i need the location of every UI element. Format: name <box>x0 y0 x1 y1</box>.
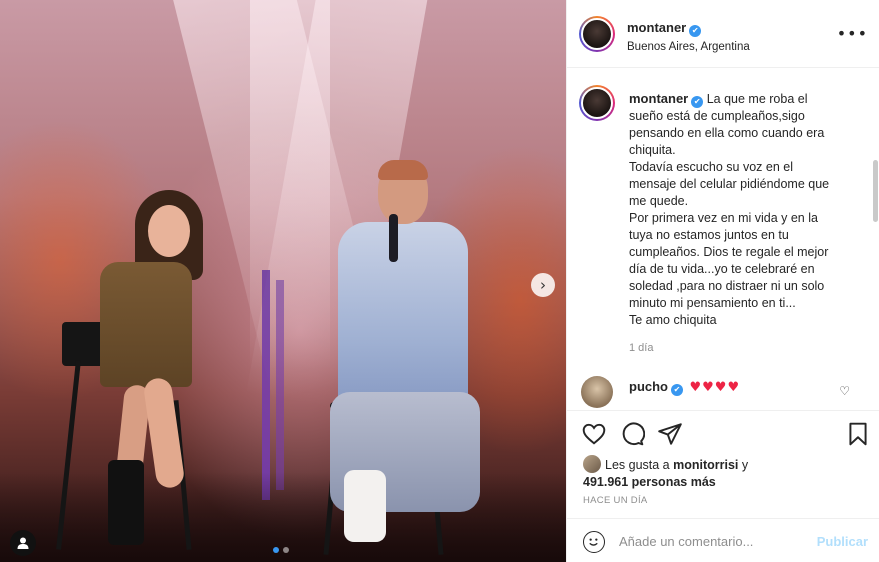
caption-author-avatar[interactable] <box>579 85 615 121</box>
chevron-right-icon: › <box>540 276 546 294</box>
share-icon[interactable] <box>657 421 683 447</box>
post-header: montaner ✔ Buenos Aires, Argentina ••• <box>567 0 879 68</box>
caption-text: La que me roba el <box>706 92 808 106</box>
like-comment-heart-icon[interactable]: ♡ <box>839 384 850 398</box>
carousel-dot <box>283 547 289 553</box>
likes-summary: Les gusta a monitorrisi y 491.961 person… <box>583 455 748 491</box>
likes-and: y <box>741 458 749 472</box>
comment-icon[interactable] <box>619 421 645 447</box>
woman-dress <box>100 262 192 387</box>
caption-time[interactable]: 1 día <box>629 342 653 354</box>
carousel-dot-active <box>273 547 279 553</box>
woman-face <box>148 205 190 257</box>
author-info: montaner ✔ Buenos Aires, Argentina <box>627 19 750 53</box>
woman-boot <box>108 460 144 545</box>
man-hair <box>378 160 428 180</box>
verified-badge-icon: ✔ <box>691 95 704 108</box>
post-timestamp[interactable]: HACE UN DÍA <box>583 495 648 506</box>
author-username[interactable]: montaner <box>627 20 686 35</box>
caption-line: pensando en ella como cuando era <box>629 126 825 140</box>
publish-button[interactable]: Publicar <box>817 534 868 549</box>
likes-count[interactable]: 491.961 personas más <box>583 475 716 489</box>
commenter-avatar[interactable] <box>581 376 613 408</box>
caption-line: Todavía escucho su voz en el <box>629 160 793 174</box>
liker-username[interactable]: monitorrisi <box>673 458 738 472</box>
caption-line: chiquita. <box>629 143 676 157</box>
verified-badge-icon: ✔ <box>671 383 683 396</box>
caption-line: mensaje del celular pidiéndome que <box>629 177 830 191</box>
stage-light-strip <box>276 280 284 490</box>
caption-line: Te amo chiquita <box>629 313 717 327</box>
verified-badge-icon: ✔ <box>689 24 702 37</box>
caption-line: Por primera vez en mi vida y en la <box>629 211 818 225</box>
more-options-button[interactable]: ••• <box>837 24 868 43</box>
save-bookmark-icon[interactable] <box>845 421 871 447</box>
caption-line: minuto mi pensamiento en ti... <box>629 296 796 310</box>
tagged-users-button[interactable] <box>10 530 36 556</box>
emoji-icon[interactable] <box>583 531 605 553</box>
caption-line: montaner ✔ La que me roba el <box>629 90 861 108</box>
add-comment-bar: Publicar <box>567 518 879 562</box>
comments-scrollbar[interactable] <box>873 160 878 222</box>
comments-area: montaner ✔ La que me roba el sueño está d… <box>567 68 879 410</box>
caption-line: soledad ,para no distraer ni un solo <box>629 279 825 293</box>
heart-icon[interactable] <box>581 421 607 447</box>
post-actions: Les gusta a monitorrisi y 491.961 person… <box>567 410 879 518</box>
caption-line: sueño está de cumpleaños,sigo <box>629 109 805 123</box>
caption-line: día de tu vida...yo te celebraré en <box>629 262 815 276</box>
next-photo-button[interactable]: › <box>531 273 555 297</box>
caption-line: cumpleaños. Dios te regale el mejor <box>629 245 829 259</box>
likes-prefix: Les gusta a <box>605 458 670 472</box>
post-side-panel: montaner ✔ Buenos Aires, Argentina ••• mo… <box>566 0 879 562</box>
comment-text: ♥♥♥♥ <box>689 380 741 395</box>
user-tag-icon <box>17 537 29 549</box>
caption-line: me quede. <box>629 194 689 208</box>
comment-username[interactable]: pucho <box>629 379 668 394</box>
comment-input[interactable] <box>619 530 809 552</box>
microphone <box>389 214 398 262</box>
caption-line: tuya no estamos juntos en tu <box>629 228 789 242</box>
man-shoe <box>344 470 386 542</box>
post-photo[interactable]: › <box>0 0 566 562</box>
caption-username[interactable]: montaner <box>629 91 688 106</box>
post-location[interactable]: Buenos Aires, Argentina <box>627 41 750 53</box>
author-avatar[interactable] <box>579 16 615 52</box>
post-caption: montaner ✔ La que me roba el sueño está d… <box>629 90 861 329</box>
carousel-indicator <box>273 547 289 553</box>
comment: pucho ✔ ♥♥♥♥ <box>629 379 740 396</box>
liker-avatar[interactable] <box>583 455 601 473</box>
stage-light-strip <box>262 270 270 500</box>
